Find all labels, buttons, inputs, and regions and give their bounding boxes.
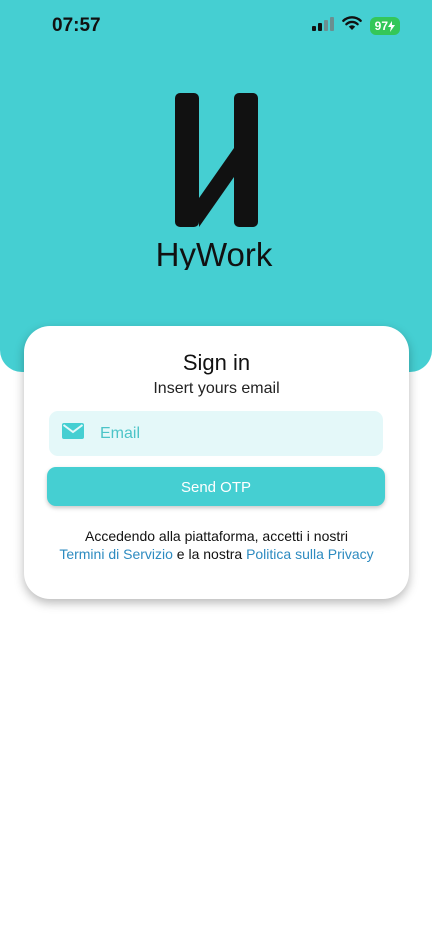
status-bar: 07:57 97 — [0, 0, 432, 54]
email-input[interactable] — [98, 412, 362, 455]
terms-of-service-link[interactable]: Termini di Servizio — [59, 546, 173, 562]
send-otp-button[interactable]: Send OTP — [47, 467, 385, 506]
signin-card: Sign in Insert yours email Send OTP Acce… — [24, 326, 409, 599]
terms-prefix: Accedendo alla piattaforma, accetti i no… — [84, 528, 349, 544]
status-time: 07:57 — [52, 15, 101, 36]
hywork-logo: HyWork — [139, 90, 289, 273]
signin-subtitle: Insert yours email — [153, 380, 280, 397]
wifi-icon — [341, 16, 362, 36]
battery-level: 97 — [374, 19, 388, 33]
signin-title: Sign in — [182, 350, 251, 375]
mail-icon — [49, 423, 84, 444]
status-icons: 97 — [311, 16, 400, 36]
cellular-signal-icon — [311, 16, 334, 36]
terms-text: Accedendo alla piattaforma, accetti i no… — [54, 527, 379, 563]
battery-charging-icon: 97 — [369, 17, 400, 35]
brand-name: HyWork — [156, 236, 273, 270]
privacy-policy-link[interactable]: Politica sulla Privacy — [246, 546, 374, 562]
terms-middle: e la nostra — [176, 546, 243, 562]
email-field[interactable] — [49, 411, 383, 456]
